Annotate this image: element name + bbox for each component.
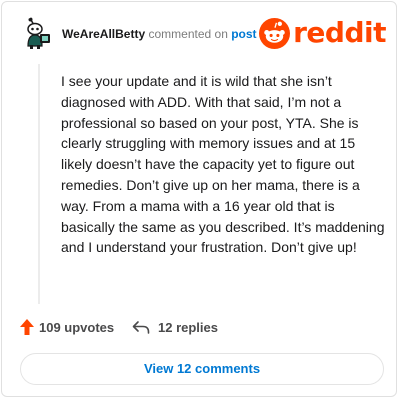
reddit-snoo-icon <box>259 17 291 49</box>
comment-text: I see your update and it is wild that sh… <box>61 73 385 256</box>
thread-line[interactable] <box>38 64 40 304</box>
comment-meta: WeAreAllBetty commented on post <box>62 27 257 41</box>
upvote-arrow-icon <box>20 319 34 335</box>
comment-header: WeAreAllBetty commented on post reddit <box>20 16 386 52</box>
avatar[interactable] <box>20 16 56 52</box>
reddit-logo[interactable]: reddit <box>259 17 386 49</box>
reply-arrow-icon <box>132 321 150 334</box>
reddit-wordmark: reddit <box>293 16 386 49</box>
upvote-button[interactable]: 109 upvotes <box>20 319 114 335</box>
view-comments-button[interactable]: View 12 comments <box>20 353 384 385</box>
commented-on-text: commented on <box>148 27 228 41</box>
username-link[interactable]: WeAreAllBetty <box>62 27 145 41</box>
upvote-count: 109 upvotes <box>39 319 115 335</box>
reply-count: 12 replies <box>158 319 218 335</box>
snoo-avatar-icon <box>20 16 56 52</box>
comment-card: WeAreAllBetty commented on post reddit I… <box>1 1 397 397</box>
post-link[interactable]: post <box>231 27 256 41</box>
replies-button[interactable]: 12 replies <box>132 319 218 335</box>
comment-actions: 109 upvotes 12 replies <box>20 319 386 339</box>
